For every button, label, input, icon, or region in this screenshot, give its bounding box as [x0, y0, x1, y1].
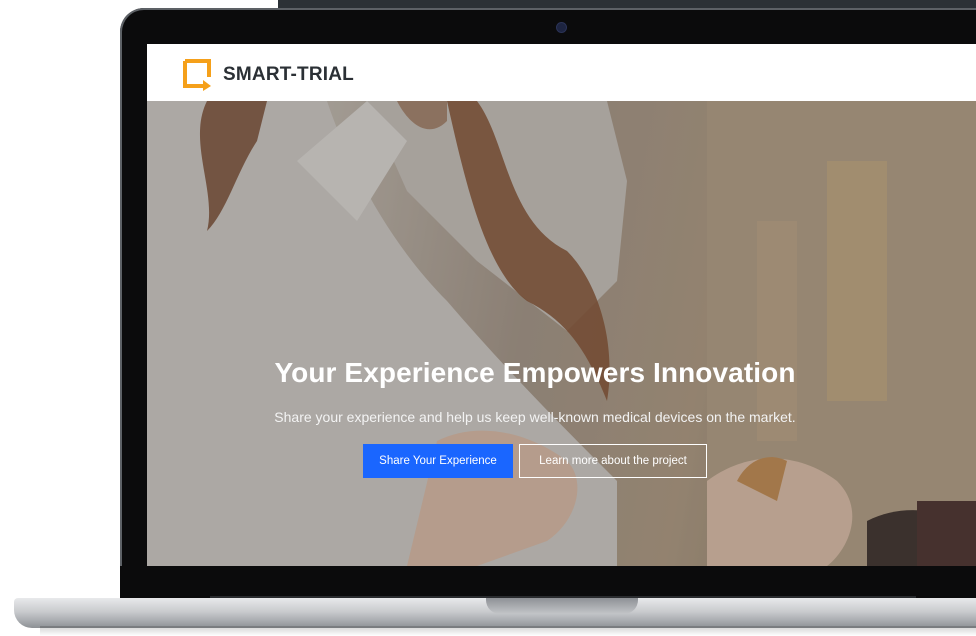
laptop-shadow	[40, 626, 976, 636]
learn-more-button[interactable]: Learn more about the project	[519, 444, 707, 478]
laptop-lid-notch	[486, 598, 638, 614]
smart-trial-logo-icon	[183, 59, 215, 91]
brand-name: SMART-TRIAL	[223, 64, 354, 85]
brand-logo[interactable]: SMART-TRIAL	[183, 59, 354, 91]
share-experience-button[interactable]: Share Your Experience	[363, 444, 513, 478]
hero-overlay	[147, 101, 976, 566]
hero-subtitle: Share your experience and help us keep w…	[274, 409, 796, 425]
hero-title: Your Experience Empowers Innovation	[274, 357, 796, 388]
webcam	[557, 23, 566, 32]
laptop-screen: SMART-TRIAL Your Experience Empowers Inn…	[147, 44, 976, 566]
laptop-mockup: SMART-TRIAL Your Experience Empowers Inn…	[0, 0, 976, 636]
hero-section: Your Experience Empowers Innovation Shar…	[147, 101, 976, 566]
laptop-chin	[120, 566, 976, 598]
site-header: SMART-TRIAL	[147, 44, 976, 101]
